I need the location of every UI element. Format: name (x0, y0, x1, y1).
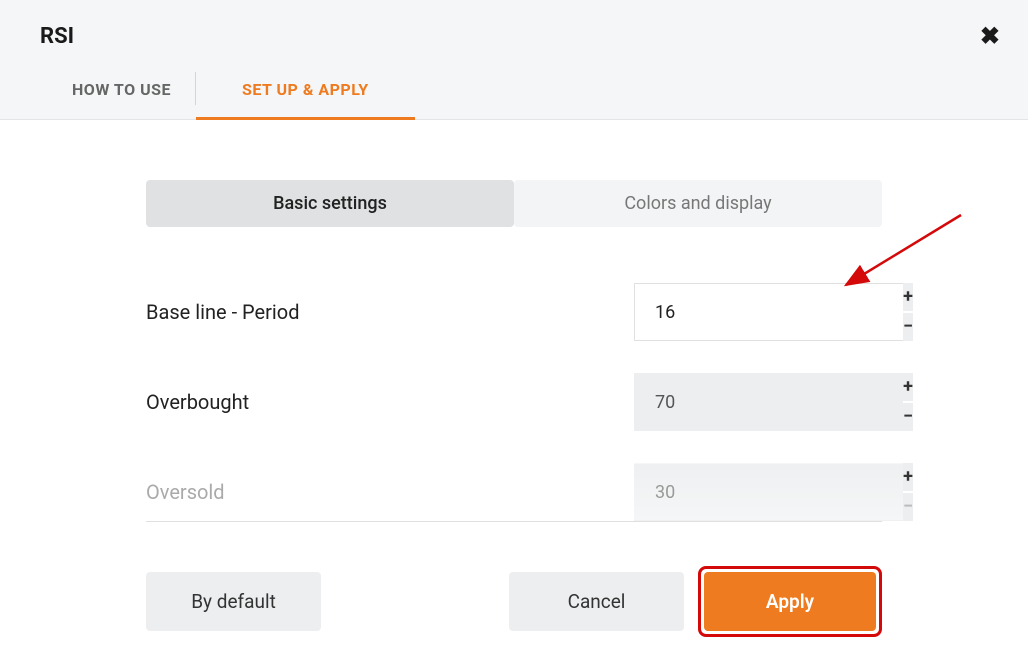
row-oversold: Oversold + − (146, 463, 882, 521)
modal-header: RSI ✖ HOW TO USE SET UP & APPLY (0, 0, 1028, 120)
stepper-overbought: + − (634, 373, 882, 431)
stepper-baseline: + − (634, 283, 882, 341)
stepper-buttons-overbought: + − (903, 373, 913, 431)
label-oversold: Oversold (146, 480, 225, 504)
input-baseline[interactable] (634, 283, 903, 341)
input-oversold (634, 463, 903, 521)
content-area: Basic settings Colors and display Base l… (146, 120, 882, 637)
oversold-decrement-button: − (903, 493, 913, 521)
baseline-decrement-button[interactable]: − (903, 313, 913, 341)
input-overbought[interactable] (634, 373, 903, 431)
overbought-increment-button[interactable]: + (903, 373, 913, 401)
stepper-buttons-baseline: + − (903, 283, 913, 341)
sub-tabs: Basic settings Colors and display (146, 180, 882, 227)
main-tabs: HOW TO USE SET UP & APPLY (0, 66, 1028, 120)
cancel-button[interactable]: Cancel (509, 572, 684, 631)
form-rows: Base line - Period + − Overbought + − Ov… (146, 283, 882, 522)
tab-how-to-use[interactable]: HOW TO USE (48, 66, 195, 119)
tab-set-up-apply[interactable]: SET UP & APPLY (196, 66, 415, 120)
right-actions: Cancel Apply (509, 566, 882, 637)
apply-button[interactable]: Apply (704, 572, 876, 631)
close-icon[interactable]: ✖ (972, 18, 1008, 54)
by-default-button[interactable]: By default (146, 572, 321, 631)
stepper-buttons-oversold: + − (903, 463, 913, 521)
label-baseline: Base line - Period (146, 300, 299, 324)
title-row: RSI ✖ (0, 0, 1028, 66)
modal-title: RSI (40, 24, 74, 49)
oversold-increment-button[interactable]: + (903, 463, 913, 491)
baseline-increment-button[interactable]: + (903, 283, 913, 311)
overbought-decrement-button[interactable]: − (903, 403, 913, 431)
sub-tab-basic[interactable]: Basic settings (146, 180, 514, 227)
row-baseline: Base line - Period + − (146, 283, 882, 341)
label-overbought: Overbought (146, 390, 249, 414)
apply-highlight-box: Apply (698, 566, 882, 637)
stepper-oversold: + − (634, 463, 882, 521)
action-bar: By default Cancel Apply (146, 566, 882, 637)
sub-tab-colors[interactable]: Colors and display (514, 180, 882, 227)
row-overbought: Overbought + − (146, 373, 882, 431)
